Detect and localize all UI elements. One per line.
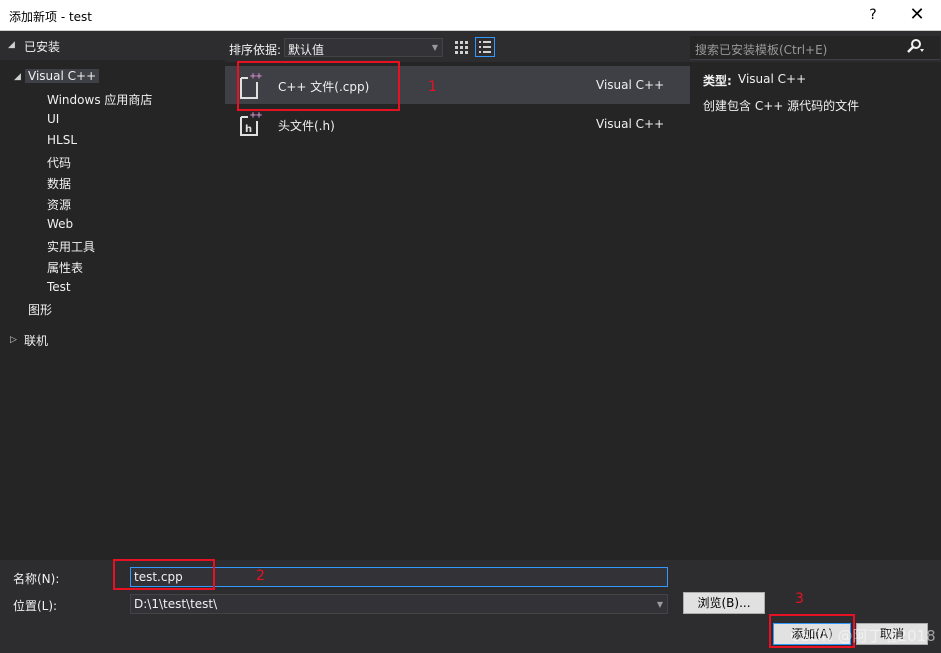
watermark-text: CSDN @阿丁啦2018 (790, 627, 936, 645)
expand-arrow-icon[interactable]: ◢ (14, 72, 21, 82)
tree-item-web[interactable]: Web (47, 217, 73, 231)
svg-text:++: ++ (250, 110, 262, 121)
title-bar: 添加新项 - test ? ✕ (0, 0, 941, 31)
annotation-box-1 (237, 61, 400, 111)
browse-button[interactable]: 浏览(B)... (683, 592, 765, 614)
sort-value: 默认值 (288, 43, 325, 57)
annotation-number-2: 2 (256, 568, 265, 584)
help-button[interactable]: ? (862, 4, 884, 26)
list-view-button[interactable] (475, 37, 495, 57)
search-input[interactable]: 搜索已安装模板(Ctrl+E) (690, 36, 940, 60)
tree-item-code[interactable]: 代码 (47, 154, 71, 171)
sort-label: 排序依据: (229, 43, 282, 57)
tree-item-hlsl[interactable]: HLSL (47, 133, 77, 147)
sort-dropdown[interactable]: 默认值 ▼ (284, 38, 443, 57)
tree-item-property-sheet[interactable]: 属性表 (47, 259, 83, 276)
search-placeholder: 搜索已安装模板(Ctrl+E) (695, 43, 828, 57)
template-description: 创建包含 C++ 源代码的文件 (703, 99, 860, 113)
template-name: 头文件(.h) (278, 119, 335, 133)
window-title: 添加新项 - test (9, 10, 93, 24)
search-icon[interactable] (905, 38, 925, 60)
annotation-number-1: 1 (428, 79, 437, 95)
location-value: D:\1\test\test\ (134, 597, 218, 611)
close-button[interactable]: ✕ (904, 3, 930, 27)
location-dropdown[interactable]: D:\1\test\test\ ▼ (130, 594, 668, 614)
type-label: 类型: (703, 74, 732, 88)
list-view-icon (479, 41, 491, 53)
tree-item-ui[interactable]: UI (47, 112, 59, 126)
tree-item-utility[interactable]: 实用工具 (47, 238, 95, 255)
tree-item-data[interactable]: 数据 (47, 175, 71, 192)
name-label: 名称(N): (13, 572, 60, 586)
location-label: 位置(L): (13, 599, 58, 613)
collapse-arrow-icon[interactable]: ◢ (8, 40, 15, 50)
chevron-down-icon: ▼ (431, 43, 438, 52)
svg-text:h: h (245, 124, 252, 135)
tree-item-graphics[interactable]: 图形 (28, 301, 52, 318)
template-language: Visual C++ (596, 78, 665, 92)
tree-item-windows-store[interactable]: Windows 应用商店 (47, 91, 152, 108)
installed-header[interactable]: ◢ 已安装 (0, 32, 225, 60)
tree-item-test[interactable]: Test (47, 280, 71, 294)
category-tree: ◢ Visual C++ Windows 应用商店 UI HLSL 代码 数据 … (0, 60, 225, 560)
expand-arrow-icon[interactable]: ▷ (10, 335, 17, 345)
sort-toolbar: 排序依据: 默认值 ▼ (225, 32, 690, 62)
tree-item-resources[interactable]: 资源 (47, 196, 71, 213)
installed-label: 已安装 (24, 40, 61, 54)
annotation-box-2 (113, 559, 215, 590)
annotation-number-3: 3 (795, 591, 804, 607)
tree-item-online[interactable]: 联机 (24, 332, 48, 349)
type-value: Visual C++ (738, 72, 807, 86)
chevron-down-icon: ▼ (656, 600, 663, 609)
grid-view-icon (455, 41, 468, 54)
template-list: ++ C++ 文件(.cpp) Visual C++ ++ h 头文件(.h) … (225, 62, 690, 560)
header-file-icon: ++ h (240, 110, 262, 136)
tree-item-visual-cpp[interactable]: Visual C++ (25, 69, 100, 83)
grid-view-button[interactable] (451, 37, 471, 57)
details-panel: 类型: Visual C++ 创建包含 C++ 源代码的文件 (690, 62, 941, 560)
template-language: Visual C++ (596, 117, 665, 131)
